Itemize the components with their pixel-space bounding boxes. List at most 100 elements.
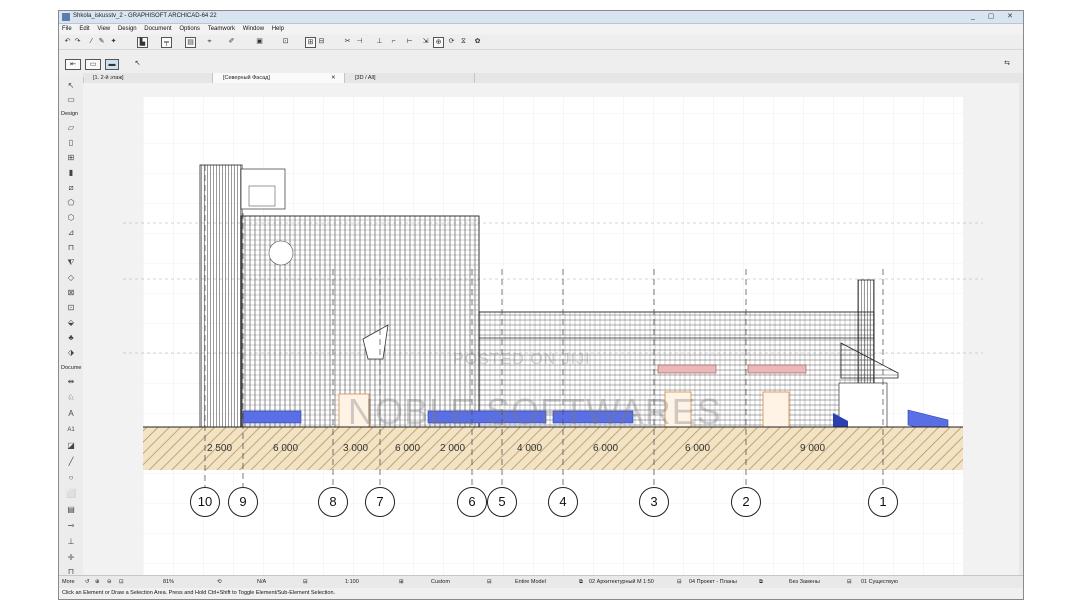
circle-icon[interactable]: ○	[66, 473, 76, 483]
axis-marker: 10	[190, 487, 220, 517]
round-window	[268, 240, 294, 266]
section-tool-icon[interactable]: ⊸	[66, 521, 76, 531]
menu-design[interactable]: Design	[115, 24, 140, 34]
lock-icon[interactable]: ⊡	[281, 37, 290, 46]
slab-icon[interactable]: ▮	[66, 168, 76, 178]
trim-icon[interactable]: ⊥	[375, 37, 384, 46]
undo-icon[interactable]: ↶	[63, 37, 72, 46]
dimension-icon[interactable]: ⇹	[66, 377, 76, 387]
roof-icon[interactable]: ⬠	[66, 198, 76, 208]
model-view-value[interactable]: Entire Model	[515, 578, 546, 587]
override-value[interactable]: Без Замены	[789, 578, 820, 587]
stair-icon[interactable]: ⧄	[66, 183, 76, 193]
undo-zoom-icon[interactable]: ↺	[85, 578, 90, 587]
menu-options[interactable]: Options	[176, 24, 203, 34]
label-icon[interactable]: A1	[66, 425, 76, 435]
maximize-button[interactable]: ▢	[983, 12, 999, 21]
text-icon[interactable]: A	[66, 409, 76, 419]
morph-icon[interactable]: ⬗	[66, 348, 76, 358]
close-tab-icon[interactable]: ✕	[331, 73, 336, 83]
menu-file[interactable]: File	[59, 24, 75, 34]
pencil-icon[interactable]: ✐	[227, 37, 236, 46]
menu-window[interactable]: Window	[240, 24, 267, 34]
menu-help[interactable]: Help	[269, 24, 287, 34]
skylight-icon[interactable]: ⊿	[66, 228, 76, 238]
layout-icon[interactable]: ▤	[185, 37, 196, 48]
magic-wand-icon[interactable]: ✦	[109, 37, 118, 46]
gravity-icon[interactable]: ╤	[161, 37, 172, 48]
arrow-tool-icon[interactable]: ⇤	[65, 59, 81, 70]
renovation-value[interactable]: 01 Существую	[861, 578, 898, 587]
tab-3d-view[interactable]: [3D / All]	[345, 73, 475, 83]
mirror-icon[interactable]: ⧖	[459, 37, 468, 46]
standard-toolbar: ↶ ↷ ⁄ ✎ ✦ ▙ ╤ ▤ ⌖ ✐ ▣ ⊡ ⊞ ⊟ ✂ ⊣ ⊥ ⌐ ⊢ ⇲ …	[59, 35, 1023, 50]
mesh-icon[interactable]: ♣	[66, 333, 76, 343]
suspend-groups-icon[interactable]: ▙	[137, 37, 148, 48]
menu-document[interactable]: Document	[141, 24, 174, 34]
rotate-icon[interactable]: ⟳	[447, 37, 456, 46]
section-icon[interactable]: ⊞	[305, 37, 316, 48]
close-button[interactable]: ✕	[1002, 12, 1018, 21]
zoom-value[interactable]: 81%	[163, 578, 174, 587]
navigator-icon[interactable]: ⇆	[999, 59, 1015, 68]
more-label[interactable]: More	[62, 578, 75, 587]
menu-edit[interactable]: Edit	[76, 24, 92, 34]
marquee-option-icon[interactable]: ▭	[85, 59, 101, 70]
drag-icon[interactable]: ⊕	[433, 37, 444, 48]
minimize-button[interactable]: _	[965, 12, 981, 21]
polyline-icon[interactable]: ⬜	[66, 489, 76, 499]
rotate-view-icon[interactable]: ⟲	[217, 578, 222, 587]
column-icon[interactable]: ▯	[66, 138, 76, 148]
menu-view[interactable]: View	[94, 24, 113, 34]
menu-teamwork[interactable]: Teamwork	[205, 24, 238, 34]
angle-value[interactable]: N/A	[257, 578, 266, 587]
zoom-in-icon[interactable]: ⊕	[95, 578, 100, 587]
adjust-icon[interactable]: ⊣	[355, 37, 364, 46]
tab-north-elevation[interactable]: [Северный Фасад] ✕	[213, 73, 345, 83]
dimension-standard-value[interactable]: 04 Проект - Планы	[689, 578, 737, 587]
resize-icon[interactable]: ⇲	[421, 37, 430, 46]
elevation-canvas[interactable]: 2 500 6 000 3 000 6 000 2 000 4 000 6 00…	[83, 83, 1019, 583]
split-icon[interactable]: ✂	[343, 37, 352, 46]
stair-tower	[199, 164, 243, 428]
title-bar: Shkola_iskusstv_2 - GRAPHISOFT ARCHICAD-…	[59, 11, 1023, 24]
beam-icon[interactable]: ⊞	[66, 153, 76, 163]
offset-icon[interactable]: ⊢	[405, 37, 414, 46]
redo-icon[interactable]: ↷	[73, 37, 82, 46]
vertical-scrollbar[interactable]	[1019, 83, 1023, 583]
axis-marker: 8	[318, 487, 348, 517]
hotspot-icon[interactable]: ✛	[66, 553, 76, 563]
lamp-icon[interactable]: ⬙	[66, 318, 76, 328]
elevation-tool-icon[interactable]: ⊥	[66, 537, 76, 547]
selection-mode-icon[interactable]: ▬	[105, 59, 119, 70]
pick-up-icon[interactable]: ⁄	[87, 37, 96, 46]
cursor-icon[interactable]: ↖	[133, 59, 142, 68]
wall-icon[interactable]: ▱	[66, 123, 76, 133]
pen-set-value[interactable]: Custom	[431, 578, 450, 587]
grid-snap-icon[interactable]: ▣	[255, 37, 264, 46]
shell-icon[interactable]: ⬡	[66, 213, 76, 223]
object-icon[interactable]: ⊡	[66, 303, 76, 313]
paint-icon[interactable]: ✿	[473, 37, 482, 46]
level-dimension-icon[interactable]: ♘	[66, 393, 76, 403]
layer-combo-value[interactable]: 02 Архитектурный М 1:50	[589, 578, 654, 587]
marquee-icon[interactable]: ▭	[66, 95, 76, 105]
trace-icon[interactable]: ⌖	[205, 37, 214, 46]
arrow-select-icon[interactable]: ↖	[66, 81, 76, 91]
drawing-icon[interactable]: ▤	[66, 505, 76, 515]
axis-marker: 7	[365, 487, 395, 517]
fill-icon[interactable]: ◪	[66, 441, 76, 451]
line-icon[interactable]: ╱	[66, 457, 76, 467]
elevation-icon[interactable]: ⊟	[317, 37, 326, 46]
zone-icon[interactable]: ⊠	[66, 288, 76, 298]
tab-floor-plan[interactable]: [1. 2-й этаж]	[83, 73, 213, 83]
door-icon[interactable]: ⧨	[66, 258, 76, 268]
scale-value[interactable]: 1:100	[345, 578, 359, 587]
zoom-out-icon[interactable]: ⊖	[107, 578, 112, 587]
window-icon[interactable]: ◇	[66, 273, 76, 283]
fit-in-window-icon[interactable]: ⊡	[119, 578, 124, 587]
curtain-wall-icon[interactable]: ⊓	[66, 243, 76, 253]
inject-icon[interactable]: ✎	[97, 37, 106, 46]
axis-marker: 1	[868, 487, 898, 517]
intersect-icon[interactable]: ⌐	[389, 37, 398, 46]
